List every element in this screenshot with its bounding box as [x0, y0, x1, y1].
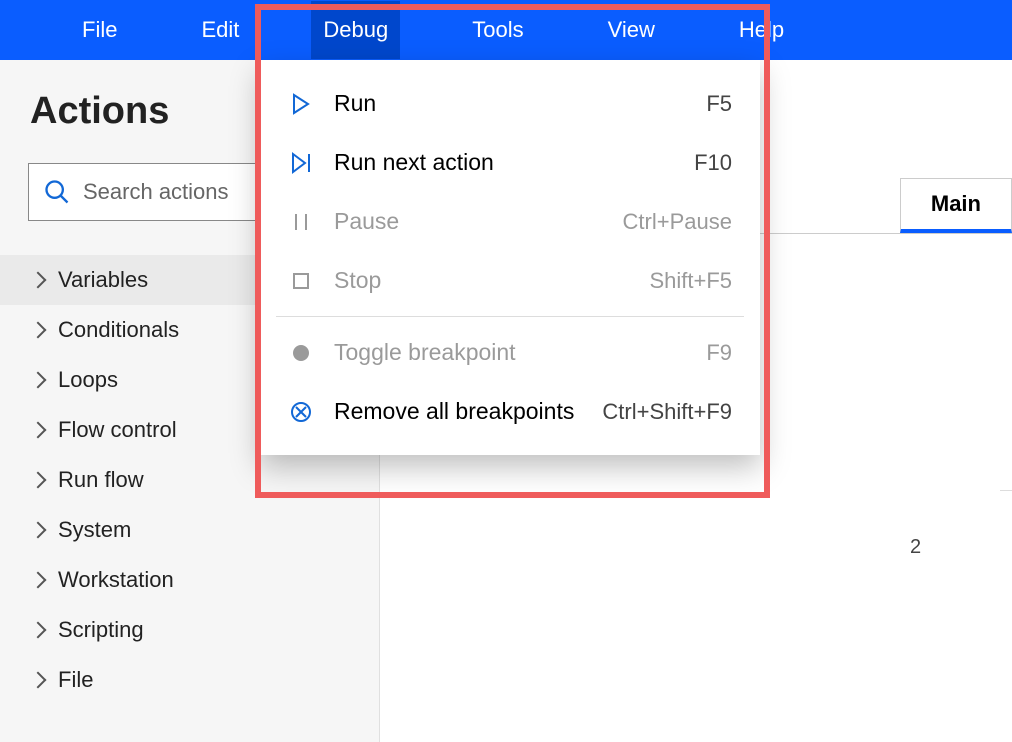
dd-label: Stop — [334, 267, 649, 294]
dd-shortcut: Ctrl+Shift+F9 — [602, 399, 732, 425]
category-label: System — [58, 517, 131, 543]
chevron-right-icon — [30, 322, 47, 339]
category-system[interactable]: System — [0, 505, 379, 555]
menu-debug[interactable]: Debug — [311, 1, 400, 59]
remove-breakpoint-icon — [288, 401, 314, 423]
dd-label: Run next action — [334, 149, 694, 176]
category-label: Loops — [58, 367, 118, 393]
dd-shortcut: Shift+F5 — [649, 268, 732, 294]
chevron-right-icon — [30, 672, 47, 689]
category-file[interactable]: File — [0, 655, 379, 705]
step-icon — [288, 152, 314, 174]
dd-shortcut: Ctrl+Pause — [623, 209, 732, 235]
menu-tools[interactable]: Tools — [460, 1, 535, 59]
dd-label: Toggle breakpoint — [334, 339, 706, 366]
dd-label: Pause — [334, 208, 623, 235]
category-workstation[interactable]: Workstation — [0, 555, 379, 605]
dd-label: Run — [334, 90, 706, 117]
debug-dropdown: Run F5 Run next action F10 Pause Ctrl+Pa… — [260, 60, 760, 455]
step-number: 2 — [910, 536, 921, 559]
pause-icon — [288, 212, 314, 232]
chevron-right-icon — [30, 622, 47, 639]
chevron-right-icon — [30, 272, 47, 289]
dd-stop: Stop Shift+F5 — [260, 251, 760, 310]
category-scripting[interactable]: Scripting — [0, 605, 379, 655]
dd-run-next[interactable]: Run next action F10 — [260, 133, 760, 192]
category-run-flow[interactable]: Run flow — [0, 455, 379, 505]
dd-separator — [276, 316, 744, 317]
step-display-input-dialog[interactable]: play input dialog play input dialog with… — [1000, 310, 1012, 457]
dd-shortcut: F5 — [706, 91, 732, 117]
category-label: Conditionals — [58, 317, 179, 343]
category-label: Flow control — [58, 417, 177, 443]
dd-run[interactable]: Run F5 — [260, 74, 760, 133]
dd-pause: Pause Ctrl+Pause — [260, 192, 760, 251]
dd-label: Remove all breakpoints — [334, 398, 602, 425]
menubar: File Edit Debug Tools View Help — [0, 0, 1012, 60]
menu-file[interactable]: File — [70, 1, 129, 59]
category-label: Scripting — [58, 617, 144, 643]
dd-remove-breakpoints[interactable]: Remove all breakpoints Ctrl+Shift+F9 — [260, 382, 760, 441]
category-label: Workstation — [58, 567, 174, 593]
menu-edit[interactable]: Edit — [189, 1, 251, 59]
tab-main[interactable]: Main — [900, 178, 1012, 233]
breakpoint-icon — [288, 343, 314, 363]
stop-icon — [288, 272, 314, 290]
chevron-right-icon — [30, 522, 47, 539]
category-label: Run flow — [58, 467, 144, 493]
category-label: File — [58, 667, 93, 693]
menu-view[interactable]: View — [596, 1, 667, 59]
menu-help[interactable]: Help — [727, 1, 796, 59]
dd-shortcut: F10 — [694, 150, 732, 176]
chevron-right-icon — [30, 472, 47, 489]
chevron-right-icon — [30, 572, 47, 589]
search-icon — [43, 178, 71, 206]
dd-toggle-breakpoint: Toggle breakpoint F9 — [260, 323, 760, 382]
chevron-right-icon — [30, 422, 47, 439]
dd-shortcut: F9 — [706, 340, 732, 366]
category-label: Variables — [58, 267, 148, 293]
step-display-message[interactable]: play message Display message 'Hello ' U … — [1000, 490, 1012, 601]
play-icon — [288, 93, 314, 115]
chevron-right-icon — [30, 372, 47, 389]
